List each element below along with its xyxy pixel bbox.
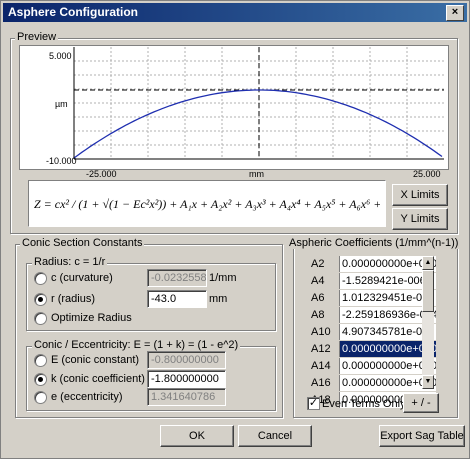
conic-coefficient-input[interactable]: -1.800000000 (147, 370, 226, 388)
coefficient-row[interactable]: A8 -2.259186936e-014 (308, 307, 436, 324)
asphere-dialog: Asphere Configuration × Preview 5.000 µm… (0, 0, 470, 459)
radius-label[interactable]: r (radius) (51, 293, 95, 305)
coefficient-name: A6 (308, 290, 340, 306)
coefficient-table: A2 0.000000000e+000 A4 -1.5289421e-006 A6 1.0… (308, 256, 436, 409)
conic-constant-label[interactable]: E (conic constant) (51, 354, 139, 366)
curvature-unit: 1/mm (209, 272, 237, 284)
scroll-thumb[interactable] (422, 270, 434, 312)
plus-minus-button[interactable]: + / - (403, 393, 439, 413)
formula-text: Z = cx² / (1 + √(1 − Ec²x²)) + A₁x + A₂x… (34, 197, 380, 211)
coefficient-name: A10 (308, 324, 340, 340)
curvature-label[interactable]: c (curvature) (51, 272, 113, 284)
ok-button[interactable]: OK (160, 425, 234, 447)
conic-group-label: Conic Section Constants (20, 237, 145, 249)
coefficient-row[interactable]: A10 4.907345781e-018 (308, 324, 436, 341)
y-axis-unit-label: µm (55, 99, 68, 109)
x-axis-right-label: 25.000 (413, 169, 441, 179)
export-sag-table-button[interactable]: Export Sag Table (379, 425, 465, 447)
eccentricity-radio[interactable] (34, 391, 47, 404)
conic-constant-input[interactable]: -0.800000000 (147, 351, 226, 369)
optimize-radio[interactable] (34, 312, 47, 325)
coefficient-name: A16 (308, 375, 340, 391)
coefficient-name: A8 (308, 307, 340, 323)
preview-group-label: Preview (15, 31, 59, 43)
coefficient-row[interactable]: A2 0.000000000e+000 (308, 256, 436, 273)
radius-subgroup-label: Radius: c = 1/r (32, 256, 108, 268)
scroll-up-icon[interactable]: ▲ (422, 256, 434, 270)
curvature-radio[interactable] (34, 272, 47, 285)
y-limits-button[interactable]: Y Limits (392, 208, 448, 230)
x-axis-unit-label: mm (249, 169, 264, 179)
radius-unit: mm (209, 293, 228, 305)
conic-constant-radio[interactable] (34, 354, 47, 367)
coefficient-scrollbar[interactable]: ▲ ▼ (422, 256, 434, 389)
scroll-down-icon[interactable]: ▼ (422, 375, 434, 389)
title-bar: Asphere Configuration × (3, 3, 467, 22)
x-limits-button[interactable]: X Limits (392, 184, 448, 206)
optimize-label[interactable]: Optimize Radius (51, 312, 132, 324)
y-axis-bottom-label: -10.000 (46, 156, 77, 166)
coefficient-name: A12 (308, 341, 340, 357)
coefficient-name: A4 (308, 273, 340, 289)
coefficient-row[interactable]: A6 1.012329451e-010 (308, 290, 436, 307)
curvature-input[interactable]: -0.023255814 (147, 269, 207, 287)
coefficient-name: A2 (308, 256, 340, 272)
cancel-button[interactable]: Cancel (238, 425, 312, 447)
coefficient-row[interactable]: A14 0.000000000e+000 (308, 358, 436, 375)
sag-curve (73, 89, 443, 159)
radius-radio[interactable] (34, 293, 47, 306)
x-axis-left-label: -25.000 (86, 169, 117, 179)
coefficient-row[interactable]: A16 0.000000000e+000 (308, 375, 436, 392)
even-terms-checkbox[interactable]: ✓ (307, 397, 320, 410)
eccentricity-subgroup-label: Conic / Eccentricity: E = (1 + k) = (1 -… (32, 339, 241, 351)
eccentricity-input[interactable]: 1.341640786 (147, 388, 226, 406)
y-axis-top-label: 5.000 (49, 51, 72, 61)
coefficient-name: A14 (308, 358, 340, 374)
window-title: Asphere Configuration (8, 5, 139, 19)
coefficient-row[interactable]: A4 -1.5289421e-006 (308, 273, 436, 290)
eccentricity-label[interactable]: e (eccentricity) (51, 391, 123, 403)
radius-input[interactable]: -43.0 (147, 290, 207, 308)
aspheric-group-label: Aspheric Coefficients (1/mm^(n-1)) (287, 237, 461, 249)
conic-coefficient-label[interactable]: k (conic coefficient) (51, 373, 145, 385)
even-terms-label[interactable]: Even Terms Only (322, 398, 406, 410)
preview-chart (73, 47, 444, 160)
close-icon[interactable]: × (446, 5, 464, 21)
conic-coefficient-radio[interactable] (34, 373, 47, 386)
coefficient-row[interactable]: A12 0.000000000e+000 (308, 341, 436, 358)
